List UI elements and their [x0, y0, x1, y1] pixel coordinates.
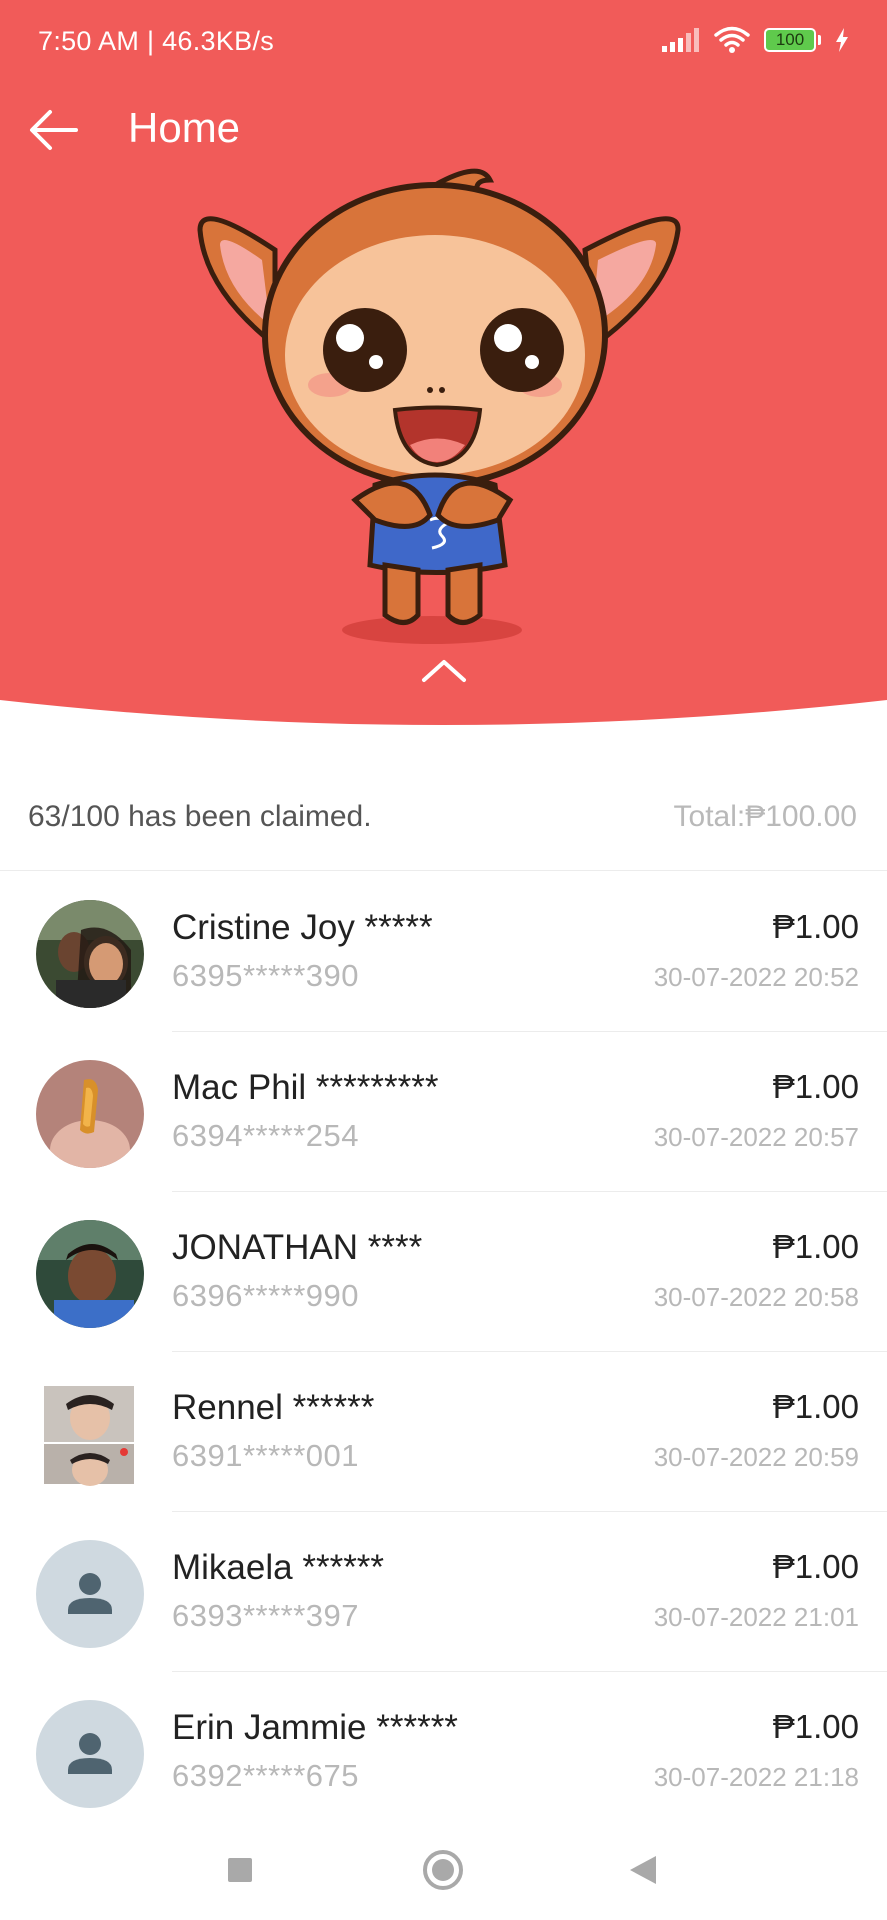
avatar-photo	[36, 1220, 144, 1328]
page-title: Home	[128, 104, 241, 151]
avatar-photo	[36, 1060, 144, 1168]
list-item[interactable]: Erin Jammie ****** 6392*****675 ₱1.00 30…	[0, 1672, 887, 1832]
list-item[interactable]: Rennel ****** 6391*****001 ₱1.00 30-07-2…	[0, 1352, 887, 1512]
claimant-name: Erin Jammie ******	[172, 1708, 458, 1747]
claimant-phone: 6392*****675	[172, 1758, 360, 1793]
battery-icon: 100	[764, 28, 816, 52]
claim-summary: 63/100 has been claimed. Total:₱100.00	[0, 770, 887, 871]
claimant-phone: 6396*****990	[172, 1278, 360, 1313]
avatar	[36, 1540, 144, 1648]
chevron-up-icon[interactable]	[418, 650, 470, 690]
claimant-name: Rennel ******	[172, 1388, 375, 1427]
total-amount: Total:₱100.00	[673, 800, 857, 833]
monkey-mascot-illustration	[197, 168, 681, 644]
default-avatar-icon	[36, 1540, 144, 1648]
status-time-speed: 7:50 AM | 46.3KB/s	[38, 26, 275, 56]
square-nav-icon[interactable]	[212, 1842, 268, 1898]
claim-amount: ₱1.00	[772, 1708, 859, 1745]
list-item[interactable]: Mac Phil ********* 6394*****254 ₱1.00 30…	[0, 1032, 887, 1192]
claimant-phone: 6395*****390	[172, 958, 360, 993]
avatar	[36, 1380, 144, 1488]
avatar	[36, 1220, 144, 1328]
header-curve	[0, 700, 887, 730]
claim-time: 30-07-2022 21:01	[653, 1602, 859, 1632]
list-item[interactable]: JONATHAN **** 6396*****990 ₱1.00 30-07-2…	[0, 1192, 887, 1352]
charging-icon	[836, 28, 848, 52]
claimed-count: 63/100 has been claimed.	[28, 800, 372, 833]
default-avatar-icon	[36, 1700, 144, 1808]
claimant-name: Mac Phil *********	[172, 1068, 439, 1107]
wifi-icon	[714, 26, 750, 53]
list-item[interactable]: Cristine Joy ***** 6395*****390 ₱1.00 30…	[0, 872, 887, 1032]
claim-amount: ₱1.00	[772, 1548, 859, 1585]
avatar-photo	[36, 900, 144, 1008]
claim-amount: ₱1.00	[772, 1068, 859, 1105]
list-item[interactable]: Mikaela ****** 6393*****397 ₱1.00 30-07-…	[0, 1512, 887, 1672]
claimant-name: Mikaela ******	[172, 1548, 385, 1587]
red-packet-header: 7:50 AM | 46.3KB/s 100 Home	[0, 0, 887, 730]
system-navigation-bar	[0, 1818, 887, 1920]
home-nav-icon[interactable]	[415, 1842, 471, 1898]
claim-time: 30-07-2022 20:52	[653, 962, 859, 992]
claimant-name: JONATHAN ****	[172, 1228, 423, 1267]
claim-time: 30-07-2022 20:58	[653, 1282, 859, 1312]
app-bar: Home	[0, 90, 887, 170]
claim-list: Cristine Joy ***** 6395*****390 ₱1.00 30…	[0, 872, 887, 1832]
claimant-name: Cristine Joy *****	[172, 908, 433, 947]
status-bar: 7:50 AM | 46.3KB/s 100	[0, 0, 887, 82]
avatar	[36, 1700, 144, 1808]
back-arrow-icon[interactable]	[24, 102, 84, 158]
back-nav-icon[interactable]	[616, 1842, 672, 1898]
avatar	[36, 1060, 144, 1168]
claim-amount: ₱1.00	[772, 1388, 859, 1425]
claim-time: 30-07-2022 20:59	[653, 1442, 859, 1472]
claimant-phone: 6394*****254	[172, 1118, 360, 1153]
avatar	[36, 900, 144, 1008]
claimant-phone: 6391*****001	[172, 1438, 360, 1473]
claimant-phone: 6393*****397	[172, 1598, 360, 1633]
signal-icon	[662, 28, 699, 52]
status-icons: 100	[662, 26, 849, 54]
avatar-photo	[36, 1380, 144, 1488]
claim-time: 30-07-2022 20:57	[653, 1122, 859, 1152]
claim-time: 30-07-2022 21:18	[653, 1762, 859, 1792]
battery-cap	[818, 35, 821, 45]
claim-amount: ₱1.00	[772, 908, 859, 945]
claim-amount: ₱1.00	[772, 1228, 859, 1265]
